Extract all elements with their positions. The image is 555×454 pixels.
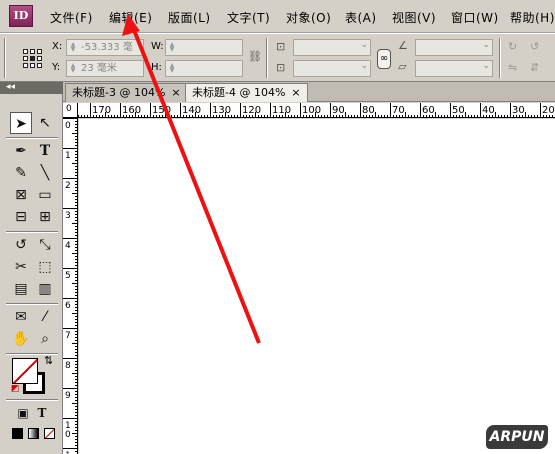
annotation-arrow — [122, 14, 261, 344]
watermark-logo: ARPUN — [486, 425, 548, 449]
arrow-head-icon — [122, 14, 140, 36]
indesign-window: ID 文件(F) 编辑(E) 版面(L) 文字(T) 对象(O) 表(A) 视图… — [0, 0, 555, 454]
arrow-shaft — [132, 29, 261, 344]
